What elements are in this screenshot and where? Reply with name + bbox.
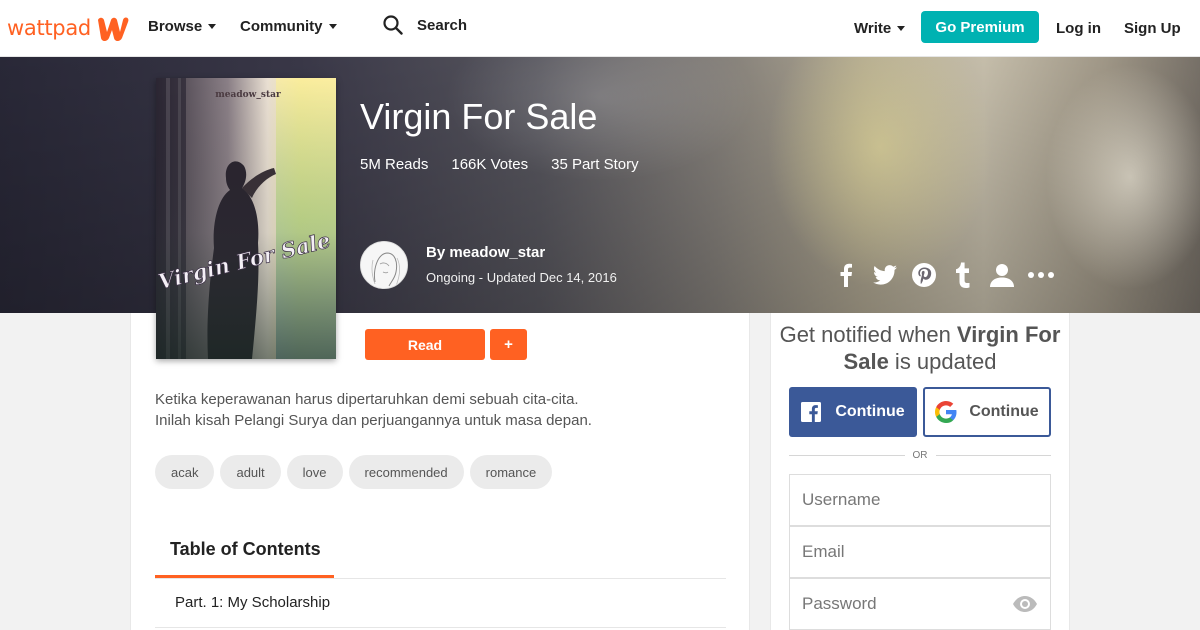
reads-count: 5M Reads <box>360 156 429 173</box>
tab-table-of-contents[interactable]: Table of Contents <box>155 524 334 578</box>
votes-count: 166K Votes <box>451 156 529 173</box>
tag-love[interactable]: love <box>286 455 343 489</box>
write-menu[interactable]: Write <box>854 20 906 37</box>
community-label: Community <box>240 18 323 35</box>
tag-list: acak adult love recommended romance <box>155 455 553 489</box>
notify-prefix: Get notified when <box>779 322 957 347</box>
cover-author-text: meadow_star <box>215 90 281 100</box>
or-divider: OR <box>789 448 1051 462</box>
password-field-wrapper <box>789 578 1051 630</box>
twitter-icon[interactable] <box>865 260 904 290</box>
browse-menu[interactable]: Browse <box>148 18 217 35</box>
facebook-button-label: Continue <box>835 403 905 420</box>
password-input[interactable] <box>790 579 1050 629</box>
continue-with-google-button[interactable]: Continue <box>923 387 1051 437</box>
facebook-square-icon <box>801 402 822 422</box>
continue-with-facebook-button[interactable]: Continue <box>789 387 917 437</box>
story-description: Ketika keperawanan harus dipertaruhkan d… <box>155 389 592 431</box>
divider <box>155 627 726 628</box>
cover-image: meadow_star Virgin For Sale <box>156 78 336 359</box>
divider-line <box>789 454 905 456</box>
story-status: Ongoing - Updated Dec 14, 2016 <box>426 270 617 285</box>
write-label: Write <box>854 20 892 37</box>
chevron-down-icon <box>208 24 217 29</box>
read-button[interactable]: Read <box>365 329 485 360</box>
tag-romance[interactable]: romance <box>469 455 553 489</box>
user-icon[interactable] <box>982 260 1021 290</box>
notify-suffix: is updated <box>888 349 997 374</box>
chevron-down-icon <box>897 26 906 31</box>
story-stats: 5M Reads 166K Votes 35 Part Story <box>360 156 639 173</box>
add-to-library-button[interactable]: + <box>490 329 527 360</box>
more-icon[interactable] <box>1021 260 1060 290</box>
top-navigation: wattpad Browse Community Write Go Premiu… <box>0 0 1200 57</box>
pinterest-icon[interactable] <box>904 260 943 290</box>
username-input[interactable] <box>790 475 1050 525</box>
toc-part-item[interactable]: Part. 1: My Scholarship <box>175 594 330 611</box>
go-premium-button[interactable]: Go Premium <box>921 11 1039 43</box>
community-menu[interactable]: Community <box>240 18 337 35</box>
google-icon <box>935 401 957 423</box>
description-line: Inilah kisah Pelangi Surya dan perjuanga… <box>155 412 592 429</box>
tumblr-icon[interactable] <box>943 260 982 290</box>
author-avatar[interactable] <box>360 241 408 289</box>
search-bar <box>383 15 617 35</box>
divider-line <box>935 454 1051 456</box>
description-line: Ketika keperawanan harus dipertaruhkan d… <box>155 391 579 408</box>
notify-heading: Get notified when Virgin For Sale is upd… <box>770 321 1070 375</box>
avatar-sketch-icon <box>361 242 407 288</box>
story-cover[interactable]: meadow_star Virgin For Sale <box>156 78 336 359</box>
author-byline[interactable]: By meadow_star <box>426 244 545 261</box>
login-link[interactable]: Log in <box>1056 20 1101 37</box>
wattpad-logo[interactable]: wattpad <box>7 12 131 44</box>
facebook-icon[interactable] <box>826 260 865 290</box>
search-icon[interactable] <box>383 15 403 35</box>
search-input[interactable] <box>417 16 617 34</box>
tag-acak[interactable]: acak <box>155 455 215 489</box>
or-label: OR <box>912 449 928 461</box>
logo-text: wattpad <box>7 16 91 40</box>
email-field-wrapper <box>789 526 1051 578</box>
browse-label: Browse <box>148 18 203 35</box>
share-icons <box>826 260 1060 290</box>
username-field-wrapper <box>789 474 1051 526</box>
eye-icon[interactable] <box>1012 595 1038 613</box>
tag-recommended[interactable]: recommended <box>348 455 464 489</box>
story-title: Virgin For Sale <box>360 96 598 137</box>
tag-adult[interactable]: adult <box>220 455 281 489</box>
wattpad-w-icon <box>97 17 129 41</box>
google-button-label: Continue <box>969 403 1039 420</box>
divider <box>155 578 726 579</box>
chevron-down-icon <box>328 24 337 29</box>
parts-count: 35 Part Story <box>551 156 639 173</box>
email-input[interactable] <box>790 527 1050 577</box>
signup-link[interactable]: Sign Up <box>1124 20 1181 37</box>
